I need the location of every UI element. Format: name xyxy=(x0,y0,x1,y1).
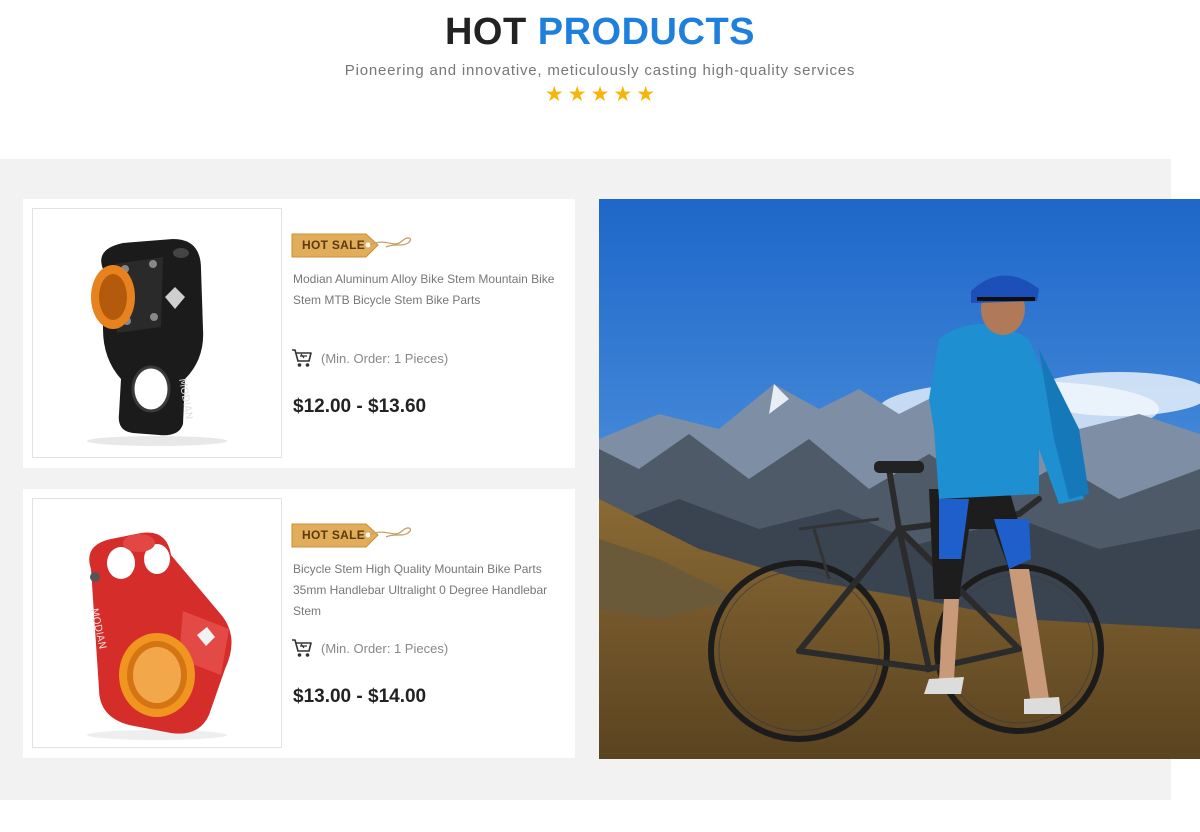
star-icon: ★ xyxy=(636,83,656,106)
product-image-black-stem[interactable]: MODIAN xyxy=(32,208,282,458)
min-order: (Min. Order: 1 Pieces) xyxy=(291,637,551,659)
star-icon: ★ xyxy=(544,83,564,106)
star-icon: ★ xyxy=(613,83,633,106)
min-order: (Min. Order: 1 Pieces) xyxy=(291,347,551,369)
badge-label: HOT SALE xyxy=(302,238,366,252)
section-title: HOT PRODUCTS xyxy=(0,10,1200,54)
product-name[interactable]: Bicycle Stem High Quality Mountain Bike … xyxy=(293,559,571,622)
product-price: $13.00 - $14.00 xyxy=(293,686,427,707)
badge-label: HOT SALE xyxy=(302,528,366,542)
section-header: HOT PRODUCTS Pioneering and innovative, … xyxy=(0,0,1200,140)
product-image-red-stem[interactable]: MODIAN xyxy=(32,498,282,748)
cyclist-mountain-photo xyxy=(599,199,1200,759)
hot-sale-badge: HOT SALE xyxy=(290,229,415,261)
hot-sale-badge: HOT SALE xyxy=(290,519,415,551)
products-panel: MODIAN HOT SALE Modian Aluminum Alloy Bi… xyxy=(0,159,1200,800)
product-card[interactable]: MODIAN HOT SALE Modian Aluminum Alloy Bi… xyxy=(23,199,575,468)
cart-icon[interactable] xyxy=(291,637,313,659)
product-name[interactable]: Modian Aluminum Alloy Bike Stem Mountain… xyxy=(293,269,571,311)
min-order-text: (Min. Order: 1 Pieces) xyxy=(321,351,449,366)
product-price: $12.00 - $13.60 xyxy=(293,396,427,417)
star-icon: ★ xyxy=(567,83,587,106)
min-order-text: (Min. Order: 1 Pieces) xyxy=(321,641,449,656)
title-products: PRODUCTS xyxy=(537,11,755,53)
title-hot: HOT xyxy=(444,11,527,53)
rating-stars: ★ ★ ★ ★ ★ xyxy=(0,84,1200,108)
cart-icon[interactable] xyxy=(291,347,313,369)
star-icon: ★ xyxy=(590,83,610,106)
product-card[interactable]: MODIAN HOT SALE Bicycle Stem High Qualit… xyxy=(23,489,575,758)
section-subtitle: Pioneering and innovative, meticulously … xyxy=(344,62,856,79)
